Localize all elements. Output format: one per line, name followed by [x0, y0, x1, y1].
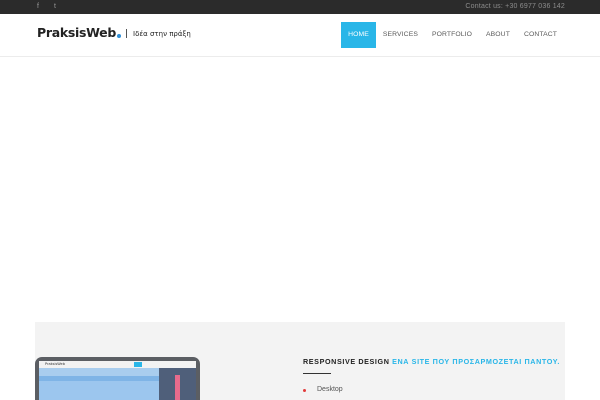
feature-list: Desktop	[303, 385, 343, 395]
mockup-hero	[39, 381, 159, 400]
nav-item-contact[interactable]: CONTACT	[517, 22, 564, 48]
contact-info: Contact us: +30 6977 036 142	[465, 3, 565, 10]
twitter-icon[interactable]: t	[51, 2, 59, 12]
feature-title: RESPONSIVE DESIGN ΕΝΑ SITE ΠΟΥ ΠΡΟΣΑΡΜΟΖ…	[303, 357, 560, 367]
nav-item-about[interactable]: ABOUT	[479, 22, 517, 48]
responsive-design-section: PraksisWeb RESPONSIVE DESIGN ΕΝΑ SITE ΠΟ…	[35, 322, 565, 400]
mockup-header: PraksisWeb	[39, 361, 196, 368]
nav-item-portfolio[interactable]: PORTFOLIO	[425, 22, 479, 48]
top-bar: f t Contact us: +30 6977 036 142	[0, 0, 600, 14]
logo-text: PraksisWeb	[37, 25, 117, 40]
site-header: PraksisWeb Ιδέα στην πράξη HOME SERVICES…	[0, 14, 600, 57]
logo-separator	[126, 29, 128, 38]
feature-title-accent: ΕΝΑ SITE ΠΟΥ ΠΡΟΣΑΡΜΟΖΕΤΑΙ ΠΑΝΤΟΥ.	[392, 357, 560, 366]
logo-tagline: Ιδέα στην πράξη	[133, 30, 191, 38]
logo-dot	[117, 34, 122, 38]
mockup-photo-tie	[175, 375, 180, 400]
list-item: Desktop	[303, 385, 343, 395]
mockup-nav-active	[134, 362, 142, 367]
nav-item-home[interactable]: HOME	[341, 22, 376, 48]
laptop-screen: PraksisWeb	[39, 361, 196, 400]
list-item-label: Desktop	[317, 386, 343, 393]
feature-divider	[303, 373, 331, 374]
facebook-icon[interactable]: f	[34, 2, 42, 12]
laptop-mockup: PraksisWeb	[35, 357, 200, 400]
mockup-logo: PraksisWeb	[45, 362, 65, 366]
bullet-icon	[303, 388, 306, 392]
hero-area	[0, 57, 600, 323]
logo[interactable]: PraksisWeb Ιδέα στην πράξη	[37, 25, 191, 41]
nav-item-services[interactable]: SERVICES	[376, 22, 425, 48]
social-links: f t	[34, 2, 59, 12]
main-nav: HOME SERVICES PORTFOLIO ABOUT CONTACT	[341, 22, 564, 48]
feature-title-main: RESPONSIVE DESIGN	[303, 357, 390, 366]
